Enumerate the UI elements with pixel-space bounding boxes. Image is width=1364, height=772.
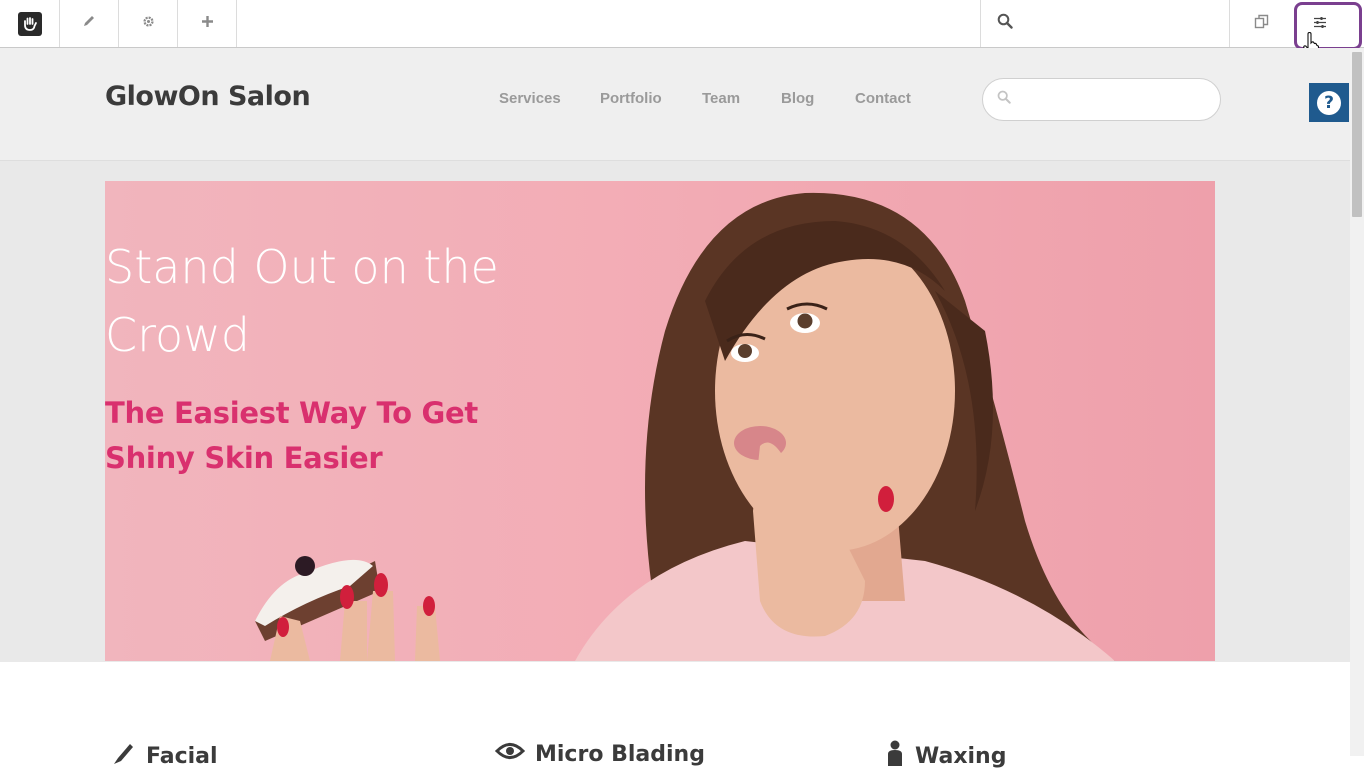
- nav-link-contact[interactable]: Contact: [855, 90, 911, 107]
- help-icon: ?: [1317, 90, 1341, 115]
- scrollbar-thumb[interactable]: [1352, 52, 1362, 217]
- nav-link-team[interactable]: Team: [702, 90, 740, 107]
- pencil-icon: [82, 14, 96, 33]
- person-icon: [885, 740, 905, 772]
- eye-icon: [494, 740, 526, 768]
- service-facial[interactable]: Facial: [110, 740, 218, 772]
- gear-icon: [141, 14, 156, 34]
- service-label: Micro Blading: [535, 741, 705, 767]
- sitemap-pages-button[interactable]: [1231, 0, 1291, 47]
- cms-search-field[interactable]: [980, 0, 1230, 47]
- nav-link-portfolio[interactable]: Portfolio: [600, 90, 662, 107]
- service-waxing[interactable]: Waxing: [885, 740, 1006, 772]
- hero-banner: Stand Out on the Crowd The Easiest Way T…: [105, 181, 1215, 661]
- site-search-input[interactable]: [982, 78, 1221, 121]
- brush-icon: [110, 740, 136, 772]
- search-icon: [997, 13, 1013, 34]
- copy-pages-icon: [1254, 14, 1269, 34]
- hero-subtitle: The Easiest Way To Get Shiny Skin Easier: [105, 396, 478, 475]
- page-scrollbar[interactable]: [1350, 48, 1364, 756]
- nav-link-services[interactable]: Services: [499, 90, 561, 107]
- services-section: Facial Micro Blading Waxing: [0, 662, 1350, 769]
- service-label: Waxing: [915, 743, 1007, 769]
- help-button[interactable]: ?: [1309, 83, 1349, 122]
- sliders-icon: [1313, 16, 1327, 34]
- service-label: Facial: [146, 743, 218, 769]
- site-header: GlowOn Salon Services Portfolio Team Blo…: [0, 48, 1350, 161]
- edit-mode-button[interactable]: [60, 0, 119, 47]
- search-icon: [997, 90, 1011, 109]
- service-micro-blading[interactable]: Micro Blading: [494, 740, 705, 768]
- add-content-button[interactable]: [178, 0, 237, 47]
- cms-toolbar: [0, 0, 1364, 50]
- hero-title: Stand Out on the Crowd: [105, 240, 499, 362]
- nav-link-blog[interactable]: Blog: [781, 90, 814, 107]
- page-settings-button[interactable]: [119, 0, 178, 47]
- concrete-hand-icon: [17, 11, 42, 36]
- plus-icon: [201, 15, 214, 33]
- site-brand[interactable]: GlowOn Salon: [105, 81, 311, 112]
- cms-logo-button[interactable]: [0, 0, 60, 47]
